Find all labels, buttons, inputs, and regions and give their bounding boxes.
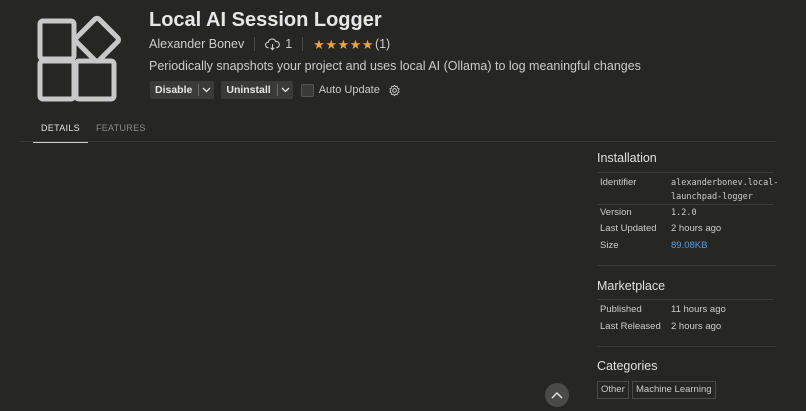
detail-tabs: DETAILS FEATURES xyxy=(33,123,154,143)
version-key: Version xyxy=(600,207,632,218)
uninstall-button-label: Uninstall xyxy=(226,84,271,96)
gear-icon[interactable] xyxy=(388,84,401,97)
extension-grid-icon xyxy=(37,15,121,102)
install-count: 1 xyxy=(285,37,293,51)
star-icon: ★ xyxy=(361,36,374,52)
table-border xyxy=(597,172,773,173)
star-icon: ★ xyxy=(337,36,350,52)
tab-features[interactable]: FEATURES xyxy=(88,123,154,143)
rating-count: (1) xyxy=(374,37,391,51)
extension-meta-row: Alexander Bonev 1 ★ ★ ★ ★ ★ (1) xyxy=(149,36,390,52)
scroll-to-top-button[interactable] xyxy=(545,383,569,407)
disable-button-label: Disable xyxy=(155,84,193,96)
extension-title: Local AI Session Logger xyxy=(149,9,382,31)
last-released-value: 2 hours ago xyxy=(671,321,722,332)
version-value: 1.2.0 xyxy=(671,208,697,218)
published-key: Published xyxy=(600,304,642,315)
extension-details-page: Local AI Session Logger Alexander Bonev … xyxy=(0,0,806,411)
uninstall-button[interactable]: Uninstall xyxy=(221,81,293,99)
identifier-value: alexanderbonev.local- xyxy=(671,178,779,188)
auto-update-checkbox[interactable] xyxy=(300,83,314,97)
section-divider xyxy=(597,346,776,347)
tabs-divider xyxy=(20,141,776,142)
star-icon: ★ xyxy=(349,36,362,52)
extension-description: Periodically snapshots your project and … xyxy=(149,59,641,73)
chevron-down-icon[interactable] xyxy=(199,81,214,99)
category-tag-machine-learning[interactable]: Machine Learning xyxy=(632,381,716,399)
identifier-value-continued: launchpad-logger xyxy=(671,192,753,202)
section-divider xyxy=(597,265,776,266)
categories-heading: Categories xyxy=(597,359,658,373)
size-key: Size xyxy=(600,240,619,251)
disable-button[interactable]: Disable xyxy=(150,81,215,99)
star-icon: ★ xyxy=(325,36,337,52)
marketplace-heading: Marketplace xyxy=(597,279,666,293)
last-released-key: Last Released xyxy=(600,321,661,332)
table-border xyxy=(597,299,773,300)
chevron-up-icon xyxy=(551,391,563,399)
last-updated-key: Last Updated xyxy=(600,223,657,234)
publisher-link[interactable]: Alexander Bonev xyxy=(149,37,244,51)
size-value-link[interactable]: 89.08KB xyxy=(671,240,707,251)
published-value: 11 hours ago xyxy=(671,304,726,315)
meta-divider xyxy=(302,37,304,51)
star-icon: ★ xyxy=(313,36,325,52)
meta-divider xyxy=(254,37,256,51)
installation-heading: Installation xyxy=(597,151,657,165)
auto-update-label[interactable]: Auto Update xyxy=(319,84,380,96)
cloud-download-icon xyxy=(265,38,281,50)
action-bar: Disable Uninstall Auto Update xyxy=(150,81,401,99)
chevron-down-icon[interactable] xyxy=(278,81,293,99)
category-tag-other[interactable]: Other xyxy=(597,381,629,399)
tab-details[interactable]: DETAILS xyxy=(33,123,88,143)
last-updated-value: 2 hours ago xyxy=(671,223,722,234)
identifier-key: Identifier xyxy=(600,177,637,188)
table-border xyxy=(597,204,773,205)
rating-stars[interactable]: ★ ★ ★ ★ ★ (1) xyxy=(313,37,390,51)
